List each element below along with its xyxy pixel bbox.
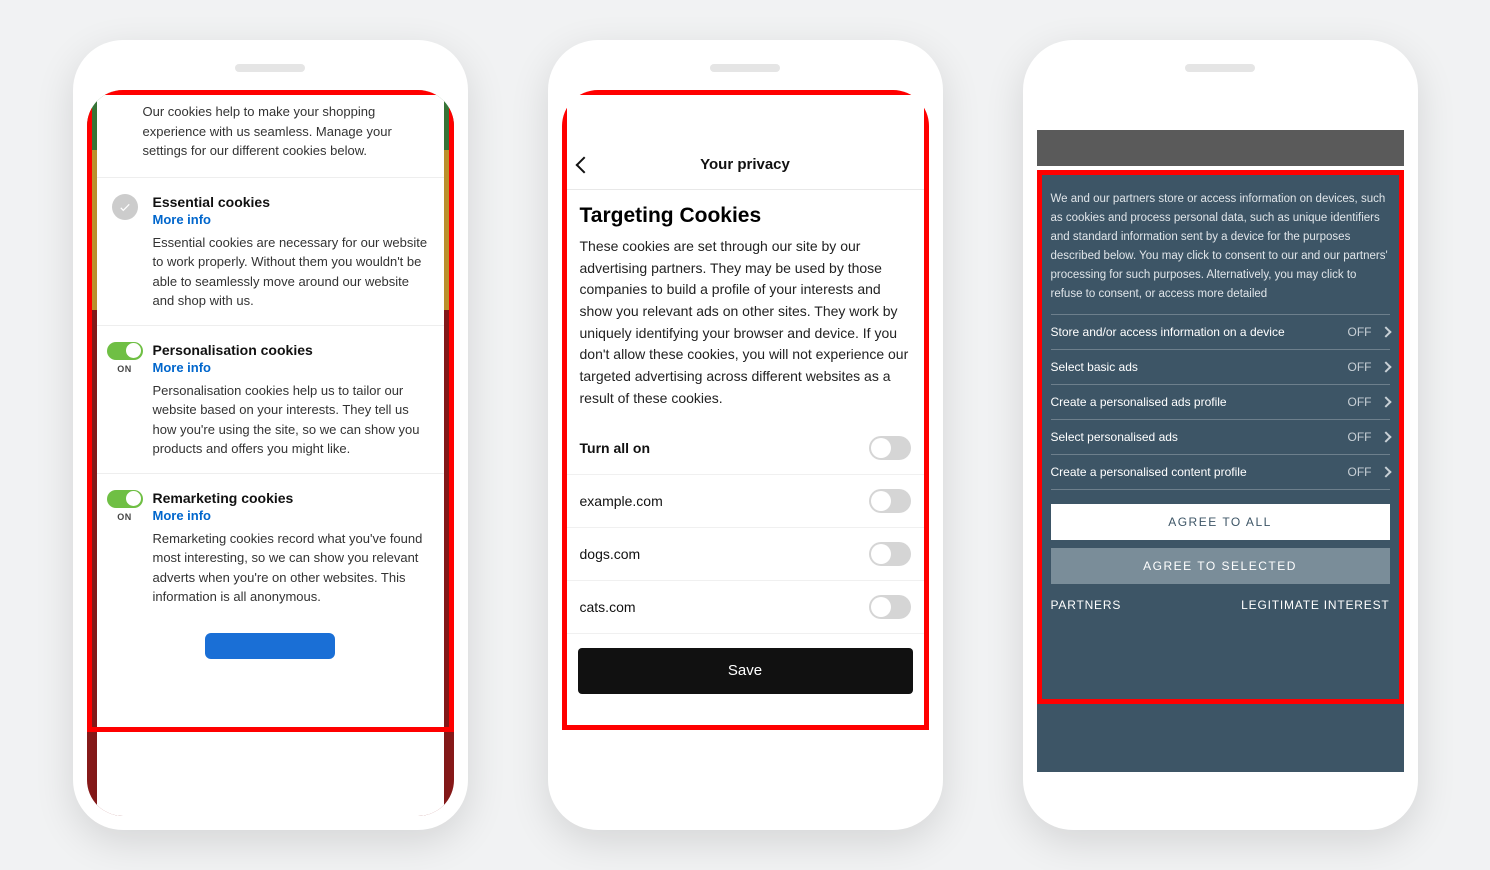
purpose-state: OFF: [1348, 395, 1372, 409]
row-dogs: dogs.com: [562, 528, 929, 581]
section-personalisation: ON Personalisation cookies More info Per…: [97, 325, 444, 473]
section-desc: Remarketing cookies record what you've f…: [153, 529, 428, 607]
section-desc: Essential cookies are necessary for our …: [153, 233, 428, 311]
purpose-row[interactable]: Select basic ads OFF: [1051, 350, 1390, 385]
section-title: Personalisation cookies: [153, 342, 428, 358]
toggle-state-label: ON: [117, 512, 132, 522]
page-desc: These cookies are set through our site b…: [562, 236, 929, 422]
row-label: dogs.com: [580, 546, 641, 562]
purpose-label: Select basic ads: [1051, 360, 1348, 374]
phone-mockup-3: We and our partners store or access info…: [1023, 40, 1418, 830]
back-icon[interactable]: [575, 156, 592, 173]
toggle-cats[interactable]: [869, 595, 911, 619]
purpose-row[interactable]: Store and/or access information on a dev…: [1051, 314, 1390, 350]
section-remarketing: ON Remarketing cookies More info Remarke…: [97, 473, 444, 621]
agree-selected-button[interactable]: AGREE TO SELECTED: [1051, 548, 1390, 584]
background-bar: [1037, 130, 1404, 166]
toggle-state-label: ON: [117, 364, 132, 374]
more-info-link[interactable]: More info: [153, 508, 428, 523]
toggle-all[interactable]: [869, 436, 911, 460]
purpose-state: OFF: [1348, 465, 1372, 479]
consent-panel: We and our partners store or access info…: [1037, 174, 1404, 772]
purpose-state: OFF: [1348, 430, 1372, 444]
save-button[interactable]: Save: [578, 648, 913, 694]
purpose-label: Store and/or access information on a dev…: [1051, 325, 1348, 339]
more-info-link[interactable]: More info: [153, 212, 428, 227]
purpose-state: OFF: [1348, 325, 1372, 339]
legitimate-interest-link[interactable]: LEGITIMATE INTEREST: [1241, 598, 1389, 612]
toggle-dogs[interactable]: [869, 542, 911, 566]
purpose-label: Create a personalised content profile: [1051, 465, 1348, 479]
partners-link[interactable]: PARTNERS: [1051, 598, 1122, 612]
section-title: Remarketing cookies: [153, 490, 428, 506]
toggle-personalisation[interactable]: [107, 342, 143, 360]
purpose-row[interactable]: Create a personalised content profile OF…: [1051, 455, 1390, 490]
check-icon: [112, 194, 138, 220]
more-info-link[interactable]: More info: [153, 360, 428, 375]
row-label: cats.com: [580, 599, 636, 615]
consent-intro: We and our partners store or access info…: [1051, 190, 1390, 304]
chevron-right-icon[interactable]: [1380, 466, 1391, 477]
header-title: Your privacy: [700, 156, 790, 173]
row-label: Turn all on: [580, 440, 651, 456]
row-example: example.com: [562, 475, 929, 528]
row-turn-all-on: Turn all on: [562, 422, 929, 475]
phone-mockup-1: Our cookies help to make your shopping e…: [73, 40, 468, 830]
chevron-right-icon[interactable]: [1380, 396, 1391, 407]
purpose-row[interactable]: Create a personalised ads profile OFF: [1051, 385, 1390, 420]
purpose-label: Create a personalised ads profile: [1051, 395, 1348, 409]
dialog-header: Your privacy: [562, 140, 929, 190]
row-cats: cats.com: [562, 581, 929, 634]
phone-mockup-2: Your privacy Targeting Cookies These coo…: [548, 40, 943, 830]
purpose-state: OFF: [1348, 360, 1372, 374]
toggle-remarketing[interactable]: [107, 490, 143, 508]
purpose-row[interactable]: Select personalised ads OFF: [1051, 420, 1390, 455]
agree-all-button[interactable]: AGREE TO ALL: [1051, 504, 1390, 540]
intro-text: Our cookies help to make your shopping e…: [97, 90, 444, 177]
section-title: Essential cookies: [153, 194, 428, 210]
toggle-example[interactable]: [869, 489, 911, 513]
chevron-right-icon[interactable]: [1380, 431, 1391, 442]
chevron-right-icon[interactable]: [1380, 326, 1391, 337]
row-label: example.com: [580, 493, 663, 509]
cookie-settings-panel: Our cookies help to make your shopping e…: [97, 90, 444, 816]
scrollbar-indicator[interactable]: [1400, 380, 1404, 440]
page-heading: Targeting Cookies: [562, 190, 929, 236]
save-button-partial[interactable]: [205, 633, 335, 659]
chevron-right-icon[interactable]: [1380, 361, 1391, 372]
section-essential: Essential cookies More info Essential co…: [97, 177, 444, 325]
purpose-label: Select personalised ads: [1051, 430, 1348, 444]
section-desc: Personalisation cookies help us to tailo…: [153, 381, 428, 459]
